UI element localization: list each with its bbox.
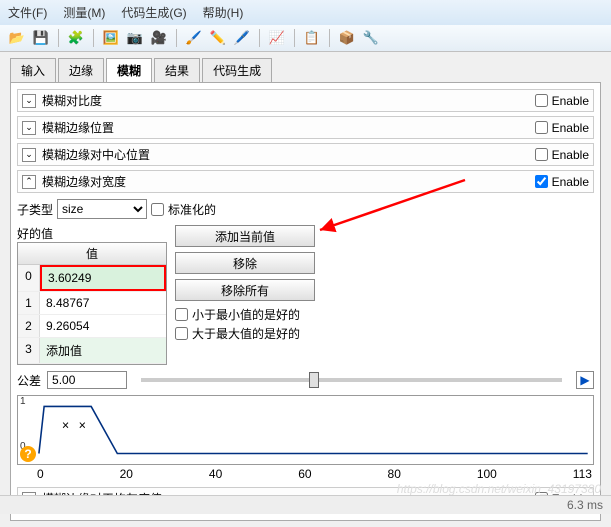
row-value: 8.48767 <box>40 292 166 314</box>
row-index: 3 <box>18 338 40 363</box>
toolbar: 📂 💾 🧩 🖼️ 📷 🎥 🖌️ ✏️ 🖊️ 📈 📋 📦 🔧 <box>0 25 611 52</box>
package-icon[interactable]: 📦 <box>338 29 356 47</box>
row-edge-pos: ⌄ 模糊边缘位置 Enable <box>17 116 594 139</box>
add-current-button[interactable]: 添加当前值 <box>175 225 315 247</box>
tab-blur[interactable]: 模糊 <box>106 58 152 82</box>
lt-check[interactable]: 小于最小值的是好的 <box>175 306 594 323</box>
tolerance-slider[interactable] <box>141 378 562 382</box>
main-panel: 输入 边缘 模糊 结果 代码生成 ⌄ 模糊对比度 Enable ⌄ 模糊边缘位置… <box>0 52 611 527</box>
svg-text:×: × <box>62 418 69 432</box>
tab-edge[interactable]: 边缘 <box>58 58 104 82</box>
expand-icon[interactable]: ⌄ <box>22 148 36 162</box>
tab-result[interactable]: 结果 <box>154 58 200 82</box>
menu-codegen[interactable]: 代码生成(G) <box>121 4 186 21</box>
subtype-label: 子类型 <box>17 201 53 218</box>
row-label: 模糊对比度 <box>42 92 535 109</box>
tool-icon-1[interactable]: 🧩 <box>67 29 85 47</box>
expand-icon[interactable]: ⌄ <box>22 94 36 108</box>
status-bar: 6.3 ms <box>0 495 611 514</box>
plot-svg: × × <box>18 396 593 469</box>
removeall-button[interactable]: 移除所有 <box>175 279 315 301</box>
enable-check[interactable]: Enable <box>535 94 589 108</box>
tolerance-row: 公差 ▶ <box>17 371 594 389</box>
plot: 1 0 × × ? <box>17 395 594 465</box>
export-icon[interactable]: 🔧 <box>362 29 380 47</box>
help-icon[interactable]: ? <box>20 446 36 462</box>
body-split: 好的值 值 0 3.60249 1 8.48767 2 9.26054 <box>17 225 594 365</box>
pen-icon[interactable]: 🖊️ <box>233 29 251 47</box>
separator <box>93 29 94 47</box>
tolerance-label: 公差 <box>17 372 41 389</box>
row-index: 0 <box>18 265 40 291</box>
subtype-select[interactable]: size <box>57 199 147 219</box>
remove-button[interactable]: 移除 <box>175 252 315 274</box>
menu-measure[interactable]: 测量(M) <box>63 4 105 21</box>
row-value: 3.60249 <box>40 265 166 291</box>
open-icon[interactable]: 📂 <box>8 29 26 47</box>
slider-thumb[interactable] <box>309 372 319 388</box>
table-row-add[interactable]: 3 添加值 <box>18 338 166 364</box>
enable-check[interactable]: Enable <box>535 148 589 162</box>
separator <box>294 29 295 47</box>
expand-icon[interactable]: ⌄ <box>22 121 36 135</box>
goodval-label: 好的值 <box>17 225 53 242</box>
edit-icon[interactable]: ✏️ <box>209 29 227 47</box>
row-index: 2 <box>18 315 40 337</box>
watermark: https://blog.csdn.net/weixin_43197380 <box>397 482 601 496</box>
tab-input[interactable]: 输入 <box>10 58 56 82</box>
row-contrast: ⌄ 模糊对比度 Enable <box>17 89 594 112</box>
video-icon[interactable]: 🎥 <box>150 29 168 47</box>
svg-text:×: × <box>79 418 86 432</box>
apply-icon[interactable]: ▶ <box>576 371 594 389</box>
enable-check[interactable]: Enable <box>535 175 589 189</box>
separator <box>58 29 59 47</box>
row-value: 9.26054 <box>40 315 166 337</box>
row-value: 添加值 <box>40 338 166 363</box>
std-check[interactable]: 标准化的 <box>151 201 216 218</box>
left-col: 好的值 值 0 3.60249 1 8.48767 2 9.26054 <box>17 225 167 365</box>
status-time: 6.3 ms <box>567 498 603 512</box>
row-index: 1 <box>18 292 40 314</box>
brush-icon[interactable]: 🖌️ <box>185 29 203 47</box>
subtype-row: 子类型 size 标准化的 <box>17 199 594 219</box>
separator <box>259 29 260 47</box>
gt-check[interactable]: 大于最大值的是好的 <box>175 325 594 342</box>
enable-check[interactable]: Enable <box>535 121 589 135</box>
table-header: 值 <box>18 243 166 265</box>
row-width: ⌃ 模糊边缘对宽度 Enable <box>17 170 594 193</box>
table-row[interactable]: 1 8.48767 <box>18 292 166 315</box>
tab-code[interactable]: 代码生成 <box>202 58 272 82</box>
menu-bar: 文件(F) 测量(M) 代码生成(G) 帮助(H) <box>0 0 611 25</box>
row-label: 模糊边缘对中心位置 <box>42 146 535 163</box>
right-col: 添加当前值 移除 移除所有 小于最小值的是好的 大于最大值的是好的 <box>175 225 594 365</box>
save-icon[interactable]: 💾 <box>32 29 50 47</box>
menu-file[interactable]: 文件(F) <box>8 4 47 21</box>
collapse-icon[interactable]: ⌃ <box>22 175 36 189</box>
table-row[interactable]: 2 9.26054 <box>18 315 166 338</box>
tab-panel: ⌄ 模糊对比度 Enable ⌄ 模糊边缘位置 Enable ⌄ 模糊边缘对中心… <box>10 83 601 521</box>
separator <box>329 29 330 47</box>
list-icon[interactable]: 📋 <box>303 29 321 47</box>
separator <box>176 29 177 47</box>
row-center-pos: ⌄ 模糊边缘对中心位置 Enable <box>17 143 594 166</box>
row-label: 模糊边缘对宽度 <box>42 173 535 190</box>
left-header: 好的值 <box>17 225 167 242</box>
table-row[interactable]: 0 3.60249 <box>18 265 166 292</box>
image-icon[interactable]: 🖼️ <box>102 29 120 47</box>
chart-icon[interactable]: 📈 <box>268 29 286 47</box>
camera-icon[interactable]: 📷 <box>126 29 144 47</box>
menu-help[interactable]: 帮助(H) <box>203 4 244 21</box>
row-label: 模糊边缘位置 <box>42 119 535 136</box>
tolerance-input[interactable] <box>47 371 127 389</box>
tab-bar: 输入 边缘 模糊 结果 代码生成 <box>10 58 601 83</box>
value-table: 值 0 3.60249 1 8.48767 2 9.26054 3 <box>17 242 167 365</box>
